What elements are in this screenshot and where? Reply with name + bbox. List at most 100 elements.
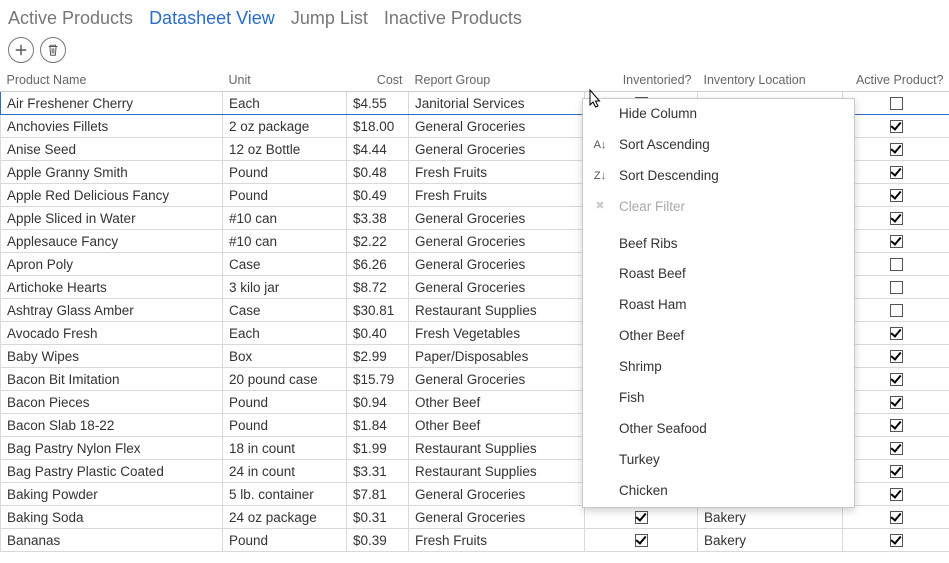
checkbox-cell[interactable] [843,368,949,391]
cell[interactable]: $15.79 [347,368,409,391]
menu-hide-column[interactable]: Hide Column [583,99,854,130]
cell[interactable]: General Groceries [409,230,585,253]
filter-option-chicken[interactable]: Chicken [583,476,854,507]
table-row[interactable]: BananasPound$0.39Fresh FruitsBakery [1,529,949,552]
cell[interactable]: Apron Poly [1,253,223,276]
cell[interactable]: $0.31 [347,506,409,529]
col-active-product[interactable]: Active Product? [843,69,949,92]
cell[interactable]: Avocado Fresh [1,322,223,345]
cell[interactable]: Ashtray Glass Amber [1,299,223,322]
tab-inactive-products[interactable]: Inactive Products [384,8,522,29]
cell[interactable]: 12 oz Bottle [223,138,347,161]
cell[interactable]: Baking Soda [1,506,223,529]
cell[interactable]: General Groceries [409,207,585,230]
cell[interactable]: Air Freshener Cherry [1,92,223,115]
cell[interactable]: $7.81 [347,483,409,506]
cell[interactable]: 5 lb. container [223,483,347,506]
cell[interactable]: Bacon Bit Imitation [1,368,223,391]
cell[interactable]: $3.31 [347,460,409,483]
checkbox-icon[interactable] [890,350,903,363]
checkbox-icon[interactable] [890,304,903,317]
checkbox-cell[interactable] [843,345,949,368]
checkbox-icon[interactable] [635,511,648,524]
checkbox-icon[interactable] [635,534,648,547]
cell[interactable]: 3 kilo jar [223,276,347,299]
filter-option-other-seafood[interactable]: Other Seafood [583,414,854,445]
cell[interactable]: Baby Wipes [1,345,223,368]
cell[interactable]: $2.22 [347,230,409,253]
cell[interactable]: Pound [223,529,347,552]
cell[interactable]: Janitorial Services [409,92,585,115]
checkbox-icon[interactable] [890,120,903,133]
add-button[interactable] [8,37,34,63]
cell[interactable]: 24 in count [223,460,347,483]
cell[interactable]: General Groceries [409,506,585,529]
checkbox-cell[interactable] [843,207,949,230]
col-inventoried[interactable]: Inventoried? [585,69,698,92]
checkbox-cell[interactable] [843,276,949,299]
cell[interactable]: Bacon Pieces [1,391,223,414]
cell[interactable]: General Groceries [409,368,585,391]
cell[interactable]: 18 in count [223,437,347,460]
cell[interactable]: Case [223,299,347,322]
cell[interactable]: $6.26 [347,253,409,276]
cell[interactable]: $0.40 [347,322,409,345]
checkbox-cell[interactable] [585,529,698,552]
tab-jump-list[interactable]: Jump List [291,8,368,29]
checkbox-icon[interactable] [890,143,903,156]
cell[interactable]: General Groceries [409,253,585,276]
cell[interactable]: Fresh Fruits [409,184,585,207]
filter-option-other-beef[interactable]: Other Beef [583,321,854,352]
delete-button[interactable] [40,37,66,63]
cell[interactable]: Other Beef [409,391,585,414]
cell[interactable]: Fresh Fruits [409,529,585,552]
cell[interactable]: $0.49 [347,184,409,207]
checkbox-cell[interactable] [843,299,949,322]
cell[interactable]: $18.00 [347,115,409,138]
checkbox-cell[interactable] [843,92,949,115]
cell[interactable]: $4.44 [347,138,409,161]
tab-datasheet-view[interactable]: Datasheet View [149,8,275,29]
cell[interactable]: #10 can [223,207,347,230]
cell[interactable]: Restaurant Supplies [409,437,585,460]
cell[interactable]: 2 oz package [223,115,347,138]
cell[interactable]: Anise Seed [1,138,223,161]
cell[interactable]: Bakery [698,506,843,529]
filter-option-shrimp[interactable]: Shrimp [583,352,854,383]
checkbox-icon[interactable] [890,212,903,225]
menu-sort-ascending[interactable]: A↓ Sort Ascending [583,130,854,161]
cell[interactable]: General Groceries [409,483,585,506]
checkbox-icon[interactable] [890,373,903,386]
checkbox-icon[interactable] [890,97,903,110]
checkbox-icon[interactable] [890,258,903,271]
checkbox-cell[interactable] [843,138,949,161]
cell[interactable]: General Groceries [409,138,585,161]
cell[interactable]: Applesauce Fancy [1,230,223,253]
cell[interactable]: $0.39 [347,529,409,552]
cell[interactable]: Baking Powder [1,483,223,506]
checkbox-icon[interactable] [890,442,903,455]
checkbox-icon[interactable] [890,327,903,340]
menu-sort-descending[interactable]: Z↓ Sort Descending [583,161,854,192]
col-unit[interactable]: Unit [223,69,347,92]
cell[interactable]: Paper/Disposables [409,345,585,368]
cell[interactable]: Pound [223,161,347,184]
cell[interactable]: Bakery [698,529,843,552]
cell[interactable]: Artichoke Hearts [1,276,223,299]
cell[interactable]: $0.48 [347,161,409,184]
checkbox-cell[interactable] [843,483,949,506]
table-row[interactable]: Baking Soda24 oz package$0.31General Gro… [1,506,949,529]
cell[interactable]: Restaurant Supplies [409,460,585,483]
cell[interactable]: $0.94 [347,391,409,414]
checkbox-cell[interactable] [843,322,949,345]
checkbox-icon[interactable] [890,419,903,432]
checkbox-icon[interactable] [890,281,903,294]
checkbox-cell[interactable] [843,253,949,276]
checkbox-icon[interactable] [890,396,903,409]
cell[interactable]: Fresh Vegetables [409,322,585,345]
filter-option-roast-beef[interactable]: Roast Beef [583,259,854,290]
filter-option-roast-ham[interactable]: Roast Ham [583,290,854,321]
filter-option-beef-ribs[interactable]: Beef Ribs [583,229,854,260]
checkbox-icon[interactable] [890,166,903,179]
checkbox-icon[interactable] [890,511,903,524]
